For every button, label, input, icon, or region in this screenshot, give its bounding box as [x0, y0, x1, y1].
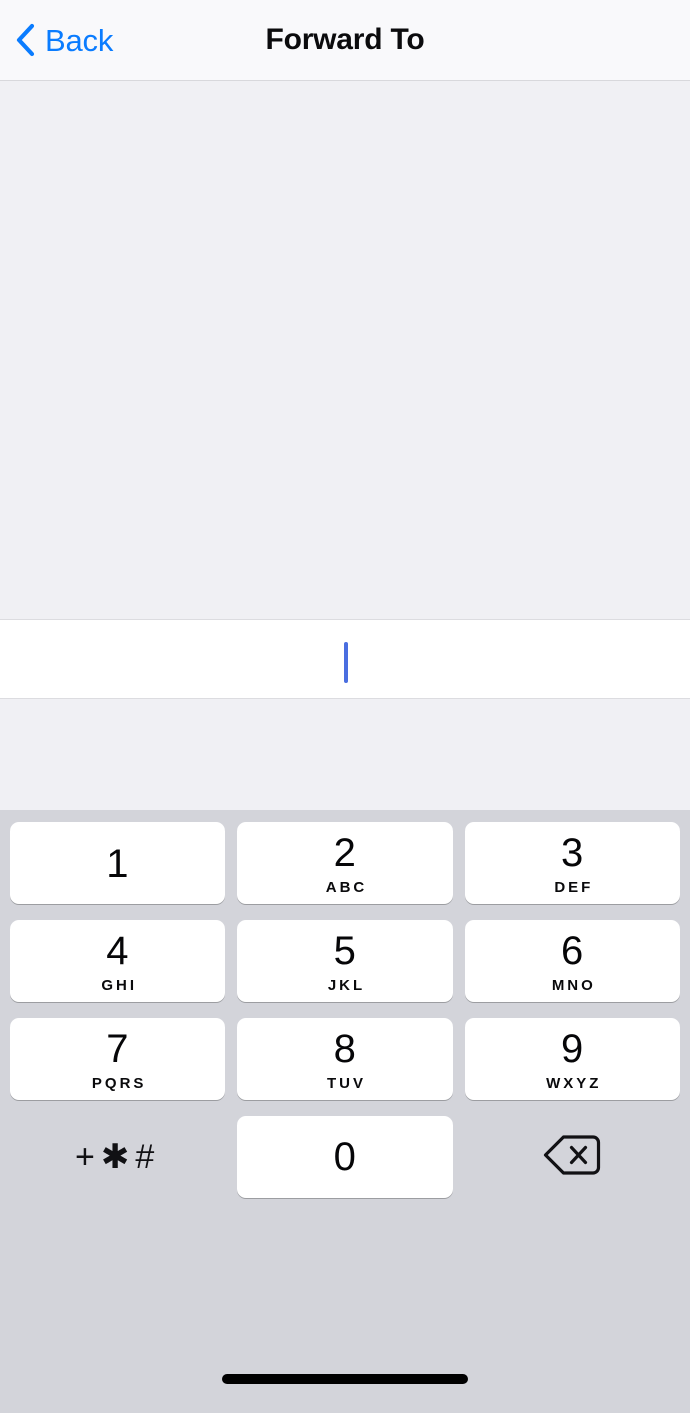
back-button-label: Back — [45, 22, 114, 58]
key-digit: 1 — [106, 842, 130, 886]
back-button[interactable]: Back — [0, 23, 113, 57]
content-area-top — [0, 81, 690, 619]
keypad-row: 4 GHI 5 JKL 6 MNO — [10, 920, 680, 1002]
content-area-bottom — [0, 699, 690, 810]
keypad-row: +✱# 0 — [10, 1116, 680, 1198]
key-3[interactable]: 3 DEF — [464, 822, 680, 904]
key-letters: JKL — [327, 977, 366, 994]
phone-screen: Back Forward To 1 2 ABC 3 DEF 4 GHI 5 JK… — [0, 0, 690, 1413]
key-5[interactable]: 5 JKL — [237, 920, 453, 1002]
key-digit: 0 — [333, 1135, 357, 1179]
key-8[interactable]: 8 TUV — [237, 1018, 453, 1100]
key-letters: WXYZ — [546, 1075, 602, 1092]
key-digit: 5 — [333, 929, 357, 973]
forward-to-field-row[interactable] — [0, 619, 690, 699]
key-letters: TUV — [326, 1075, 366, 1092]
key-0[interactable]: 0 — [237, 1116, 453, 1198]
key-9[interactable]: 9 WXYZ — [464, 1018, 680, 1100]
key-7[interactable]: 7 PQRS — [10, 1018, 226, 1100]
home-indicator-area — [0, 1345, 690, 1413]
key-digit: 7 — [106, 1027, 130, 1071]
key-letters: MNO — [551, 977, 596, 994]
key-digit: 9 — [560, 1027, 584, 1071]
key-4[interactable]: 4 GHI — [10, 920, 226, 1002]
key-digit: 2 — [333, 831, 357, 875]
key-letters: GHI — [101, 977, 137, 994]
key-digit: 4 — [106, 929, 130, 973]
keypad-row: 7 PQRS 8 TUV 9 WXYZ — [10, 1018, 680, 1100]
text-cursor — [344, 642, 348, 683]
navigation-bar: Back Forward To — [0, 0, 690, 81]
key-1[interactable]: 1 — [10, 822, 226, 904]
key-digit: 6 — [560, 929, 584, 973]
key-letters: DEF — [554, 879, 594, 896]
key-digit: 8 — [333, 1027, 357, 1071]
home-indicator[interactable] — [222, 1374, 468, 1384]
numeric-keypad: 1 2 ABC 3 DEF 4 GHI 5 JKL 6 MNO 7 PQRS 8… — [0, 810, 690, 1345]
key-letters: ABC — [325, 879, 368, 896]
backspace-icon — [541, 1132, 603, 1183]
key-delete[interactable] — [465, 1116, 680, 1198]
key-6[interactable]: 6 MNO — [464, 920, 680, 1002]
plus-asterisk-hash-label: +✱# — [75, 1138, 161, 1176]
keypad-row: 1 2 ABC 3 DEF — [10, 822, 680, 904]
key-symbols[interactable]: +✱# — [10, 1116, 225, 1198]
key-digit: 3 — [560, 831, 584, 875]
key-2[interactable]: 2 ABC — [237, 822, 453, 904]
key-letters: PQRS — [91, 1075, 147, 1092]
chevron-left-icon — [14, 23, 36, 57]
